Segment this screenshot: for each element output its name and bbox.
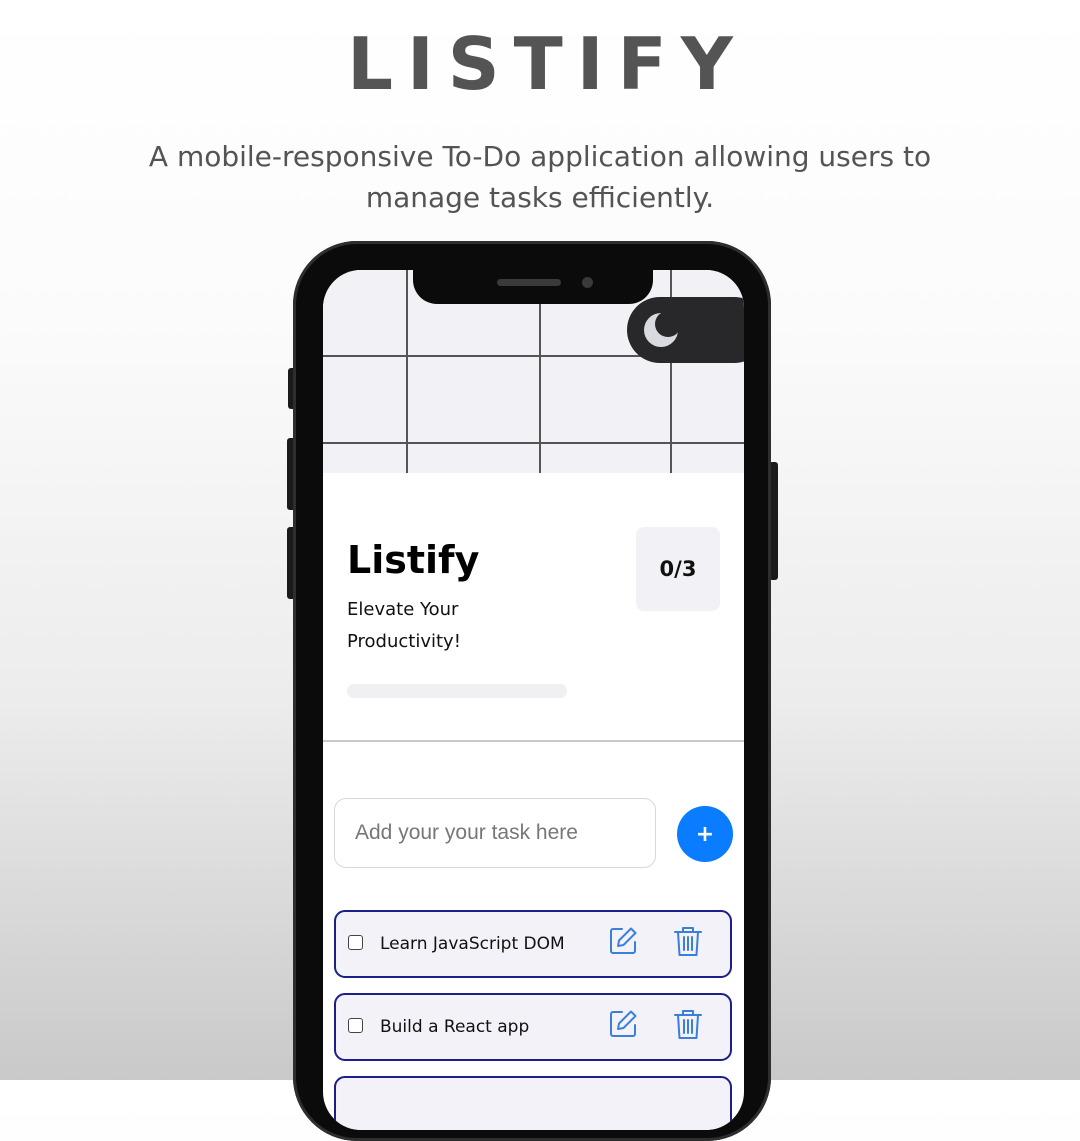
task-input[interactable] (334, 798, 656, 868)
task-checkbox[interactable] (348, 935, 363, 950)
trash-icon[interactable] (673, 1008, 703, 1040)
progress-bar (347, 684, 567, 698)
task-checkbox[interactable] (348, 1018, 363, 1033)
section-divider (323, 740, 744, 742)
moon-icon (644, 313, 678, 347)
app-tagline: Elevate Your Productivity! (347, 599, 461, 652)
edit-icon[interactable] (608, 926, 638, 956)
task-item: Build a React app (334, 993, 732, 1061)
task-item: Learn JavaScript DOM (334, 910, 732, 978)
edit-icon[interactable] (608, 1009, 638, 1039)
task-text: Learn JavaScript DOM (380, 934, 565, 954)
front-camera (582, 277, 593, 288)
trash-icon[interactable] (673, 925, 703, 957)
app-title: Listify (347, 538, 480, 582)
hero-title: LISTIFY (347, 22, 747, 106)
task-counter-badge: 0/3 (636, 527, 720, 611)
phone-notch (413, 270, 653, 304)
speaker-grille (497, 279, 561, 286)
app-screen: Listify Elevate Your Productivity! 0/3 +… (323, 270, 744, 1130)
phone-frame: Listify Elevate Your Productivity! 0/3 +… (293, 241, 771, 1141)
task-text: Build a React app (380, 1017, 530, 1037)
add-task-button[interactable]: + (677, 806, 733, 862)
theme-toggle[interactable] (627, 297, 744, 363)
task-item (334, 1076, 732, 1130)
hero-subtitle: A mobile-responsive To-Do application al… (148, 140, 932, 214)
